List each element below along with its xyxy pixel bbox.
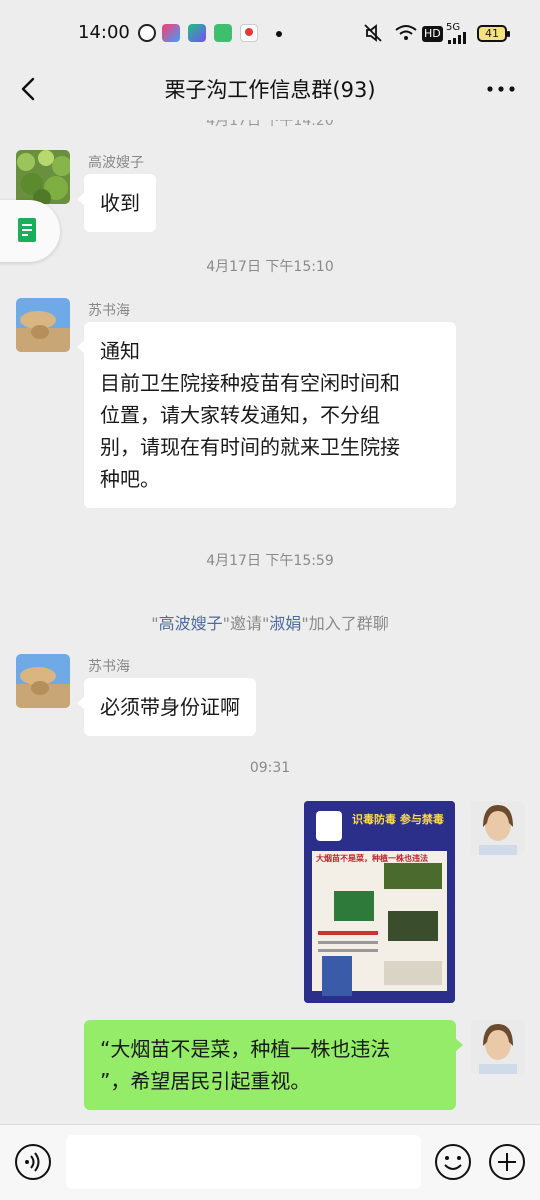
sender-name: 苏书海: [88, 303, 130, 319]
battery-icon: 41: [477, 25, 510, 42]
message-bubble[interactable]: 收到: [77, 174, 156, 232]
message-line: 目前卫生院接种疫苗有空闲时间和: [100, 371, 400, 395]
poster-title: 识毒防毒 参与禁毒: [352, 813, 444, 826]
sender-name: 苏书海: [88, 659, 130, 675]
avatar[interactable]: [16, 298, 70, 352]
message-input[interactable]: [66, 1135, 421, 1189]
avatar[interactable]: [16, 654, 70, 708]
timestamp: 4月17日 下午14:20: [206, 120, 334, 129]
timestamp: 09:31: [249, 760, 291, 776]
poster-headline: 大烟苗不是菜，种植一株也违法: [316, 854, 428, 863]
inviter-name[interactable]: 高波嫂子: [159, 614, 223, 633]
message-line: 位置，请大家转发通知，不分组: [100, 403, 380, 427]
add-more-icon[interactable]: [488, 1143, 526, 1181]
input-bar: [0, 1124, 540, 1200]
message-bubble[interactable]: 通知 目前卫生院接种疫苗有空闲时间和 位置，请大家转发通知，不分组 别，请现在有…: [77, 322, 456, 508]
message-line: 通知: [100, 339, 140, 363]
timestamp: 4月17日 下午15:59: [206, 553, 334, 569]
status-bar: 14:00 HD 5G 41: [0, 0, 540, 62]
message-line: 别，请现在有时间的就来卫生院接: [100, 435, 400, 459]
chat-header: 栗子沟工作信息群(93): [0, 62, 540, 120]
mute-icon: [364, 24, 382, 42]
video-app-icon: [162, 24, 180, 42]
floating-doc-tab[interactable]: [0, 200, 60, 262]
invitee-name[interactable]: 淑娟: [269, 614, 301, 633]
my-avatar[interactable]: [471, 801, 525, 855]
q-app-icon: [138, 24, 156, 42]
timestamp: 4月17日 下午15:10: [206, 259, 334, 275]
system-notice: "高波嫂子"邀请"淑娟"加入了群聊: [151, 614, 389, 633]
voice-icon[interactable]: [14, 1143, 52, 1181]
emoji-icon[interactable]: [434, 1143, 472, 1181]
map-app-icon: [240, 24, 258, 42]
chat-title: 栗子沟工作信息群(93): [164, 78, 376, 102]
message-line: 种吧。: [100, 467, 160, 491]
message-line: “大烟苗不是菜，种植一株也违法: [100, 1037, 391, 1061]
notification-dot: [276, 31, 282, 37]
my-avatar[interactable]: [471, 1020, 525, 1074]
signal-icon: [448, 32, 466, 44]
status-time: 14:00: [78, 22, 130, 43]
phone-app-icon: [214, 24, 232, 42]
message-bubble[interactable]: “大烟苗不是菜，种植一株也违法 ”，希望居民引起重视。: [84, 1020, 463, 1110]
wifi-icon: [395, 25, 417, 40]
document-icon: [18, 218, 36, 242]
message-bubble[interactable]: 必须带身份证啊: [77, 678, 256, 736]
message-list[interactable]: 4月17日 下午14:20 高波嫂子 收到 4月17日 下午15:10 苏书海 …: [0, 120, 540, 1124]
message-line: ”，希望居民引起重视。: [100, 1069, 311, 1093]
video-app-icon-2: [188, 24, 206, 42]
avatar[interactable]: [16, 150, 70, 204]
image-message[interactable]: 识毒防毒 参与禁毒 大烟苗不是菜，种植一株也违法: [304, 801, 455, 1003]
sender-name: 高波嫂子: [88, 155, 144, 171]
hd-badge: HD: [422, 26, 443, 42]
more-options-icon[interactable]: [486, 82, 516, 96]
